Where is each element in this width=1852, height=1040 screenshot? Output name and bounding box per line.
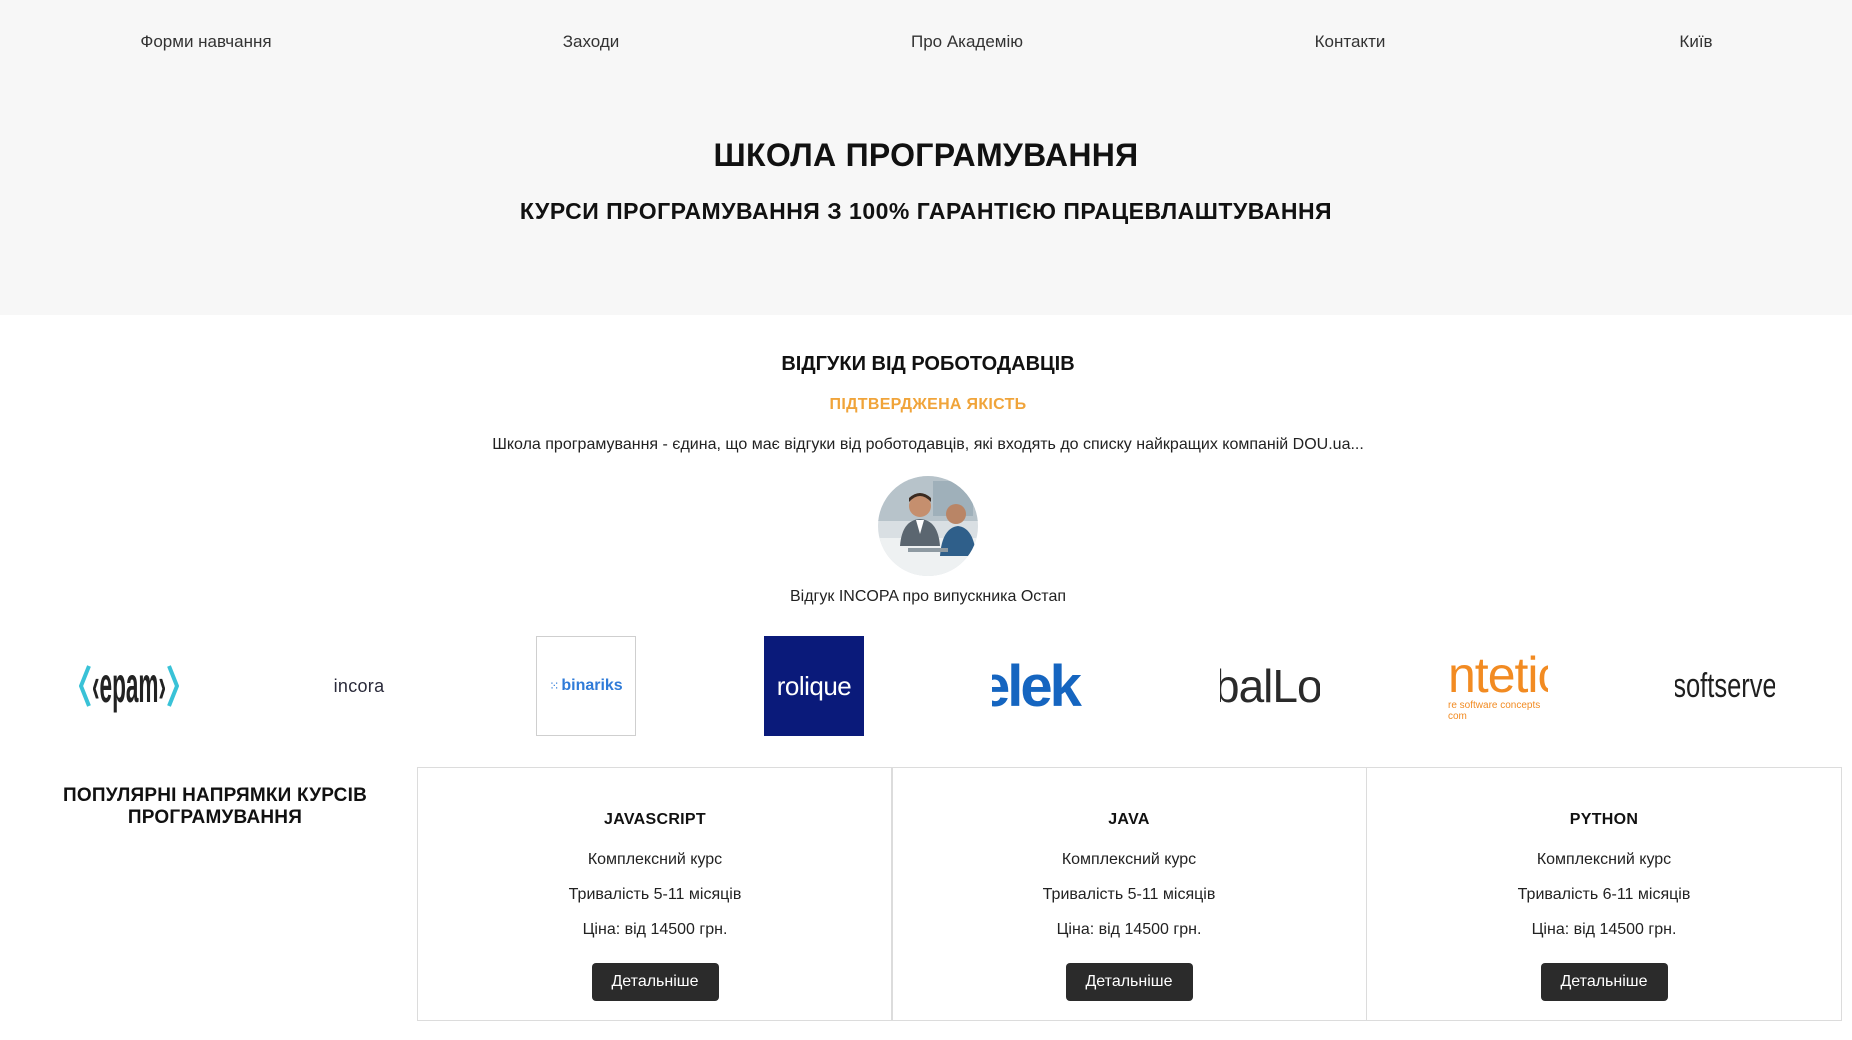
logo-binariks[interactable]: ⁙ binariks [536, 636, 636, 736]
nav-item-events[interactable]: Заходи [563, 32, 620, 52]
course-type: Комплексний курс [1536, 851, 1672, 868]
nav-item-study-forms[interactable]: Форми навчання [140, 32, 271, 52]
hero-title: ШКОЛА ПРОГРАМУВАННЯ [713, 137, 1139, 173]
elek-logo-text: elek [992, 653, 1082, 719]
review-photo [878, 476, 978, 576]
course-card-javascript: JAVASCRIPT Комплексний курс Тривалість 5… [417, 767, 893, 1021]
course-title: JAVA [1108, 811, 1150, 828]
reviews-quality-label: ПІДТВЕРДЖЕНА ЯКІСТЬ [829, 396, 1027, 413]
nav-item-contacts[interactable]: Контакти [1315, 32, 1386, 52]
nav-item-about[interactable]: Про Академію [911, 32, 1023, 52]
incora-logo-text: incora [333, 675, 385, 696]
binariks-dots-icon: ⁙ [549, 679, 560, 693]
course-duration: Тривалість 5-11 місяців [568, 886, 742, 903]
header-section: Форми навчання Заходи Про Академію Конта… [0, 0, 1852, 315]
reviews-text: Школа програмування - єдина, що має відг… [492, 436, 1364, 453]
course-type: Комплексний курс [1061, 851, 1197, 868]
logo-rolique[interactable]: rolique [764, 636, 864, 736]
binariks-logo-text: binariks [561, 677, 623, 694]
details-button-java[interactable]: Детальніше [1065, 963, 1193, 1001]
course-price: Ціна: від 14500 грн. [1531, 921, 1677, 938]
ballo-logo-text: balLo [1220, 660, 1320, 712]
course-card-python: PYTHON Комплексний курс Тривалість 6-11 … [1366, 767, 1842, 1021]
rolique-logo-text: rolique [776, 670, 852, 701]
logo-ballo[interactable]: balLo [1220, 636, 1320, 736]
review-caption: Відгук INCOPA про випускника Остап [789, 588, 1066, 605]
softserve-logo-text: softserve [1675, 666, 1775, 705]
course-duration: Тривалість 5-11 місяців [1042, 886, 1216, 903]
course-price: Ціна: від 14500 грн. [582, 921, 728, 938]
course-type: Комплексний курс [587, 851, 723, 868]
course-price: Ціна: від 14500 грн. [1056, 921, 1202, 938]
logo-intetics[interactable]: ntetic re software concepts com [1448, 636, 1548, 736]
logo-softserve[interactable]: softserve [1675, 636, 1775, 736]
details-button-python[interactable]: Детальніше [1540, 963, 1668, 1001]
details-button-javascript[interactable]: Детальніше [591, 963, 719, 1001]
courses-section-title: ПОПУЛЯРНІ НАПРЯМКИ КУРСІВ ПРОГРАМУВАННЯ [63, 785, 367, 828]
nav-item-city[interactable]: Київ [1679, 32, 1712, 52]
reviews-section: ВІДГУКИ ВІД РОБОТОДАВЦІВ ПІДТВЕРДЖЕНА ЯК… [0, 315, 1852, 760]
course-card-java: JAVA Комплексний курс Тривалість 5-11 мі… [891, 767, 1367, 1021]
course-title: PYTHON [1569, 811, 1639, 828]
intetics-logo-text: ntetic [1448, 647, 1548, 703]
logo-incora[interactable]: incora [309, 636, 409, 736]
logo-epam[interactable]: ‹epam› [79, 636, 179, 736]
reviews-title: ВІДГУКИ ВІД РОБОТОДАВЦІВ [781, 353, 1075, 375]
hero-subtitle: КУРСИ ПРОГРАМУВАННЯ З 100% ГАРАНТІЄЮ ПРА… [519, 198, 1333, 224]
course-title: JAVASCRIPT [604, 811, 706, 828]
logo-elek[interactable]: elek [992, 636, 1092, 736]
epam-logo-text: ‹epam› [92, 657, 166, 713]
review-avatar[interactable] [878, 476, 978, 576]
main-nav: Форми навчання Заходи Про Академію Конта… [0, 32, 1852, 52]
epam-logo-icon: ‹epam› [79, 657, 179, 713]
course-duration: Тривалість 6-11 місяців [1517, 886, 1691, 903]
intetics-logo-subtext: re software concepts com [1448, 700, 1541, 722]
courses-section: ПОПУЛЯРНІ НАПРЯМКИ КУРСІВ ПРОГРАМУВАННЯ … [0, 760, 1852, 1040]
